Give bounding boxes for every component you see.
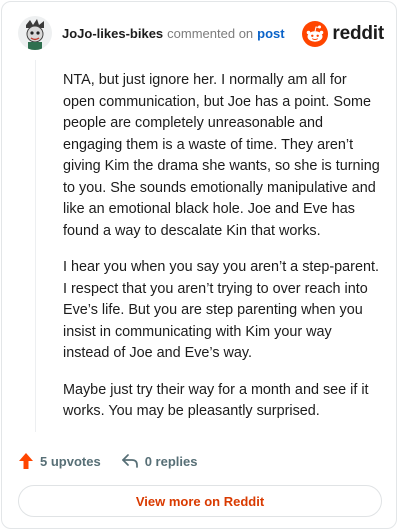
view-more-label: View more on Reddit — [135, 493, 265, 509]
upvote-button[interactable]: 5 upvotes — [18, 452, 101, 470]
reddit-logo-icon — [302, 21, 329, 47]
brand-wordmark: reddit — [332, 23, 384, 44]
comment-actions: 5 upvotes 0 replies — [18, 451, 197, 471]
username-link[interactable]: JoJo-likes-bikes — [62, 26, 163, 41]
comment-paragraph: I hear you when you say you aren’t a ste… — [63, 259, 379, 361]
comment-paragraph: Maybe just try their way for a month and… — [63, 381, 369, 420]
comment-body: NTA, but just ignore her. I normally am … — [63, 70, 381, 438]
reddit-brand[interactable]: reddit — [302, 21, 384, 47]
view-more-button[interactable]: View more on Reddit — [18, 485, 382, 517]
upvote-count: 5 upvotes — [40, 453, 101, 469]
user-avatar-icon[interactable] — [18, 16, 52, 50]
upvote-arrow-icon — [19, 453, 33, 469]
comment-header: JoJo-likes-bikes commented on post reddit — [18, 16, 384, 52]
comment-paragraph: NTA, but just ignore her. I normally am … — [63, 72, 380, 239]
thread-line — [35, 60, 36, 432]
comment-meta: JoJo-likes-bikes commented on post — [62, 26, 285, 42]
post-link[interactable]: post — [257, 26, 284, 41]
reply-button[interactable]: 0 replies — [121, 453, 198, 469]
reply-arrow-icon — [121, 454, 138, 468]
action-text: commented on — [167, 26, 254, 41]
comment-embed-card: JoJo-likes-bikes commented on post reddit … — [1, 1, 397, 529]
reply-count: 0 replies — [144, 453, 198, 469]
